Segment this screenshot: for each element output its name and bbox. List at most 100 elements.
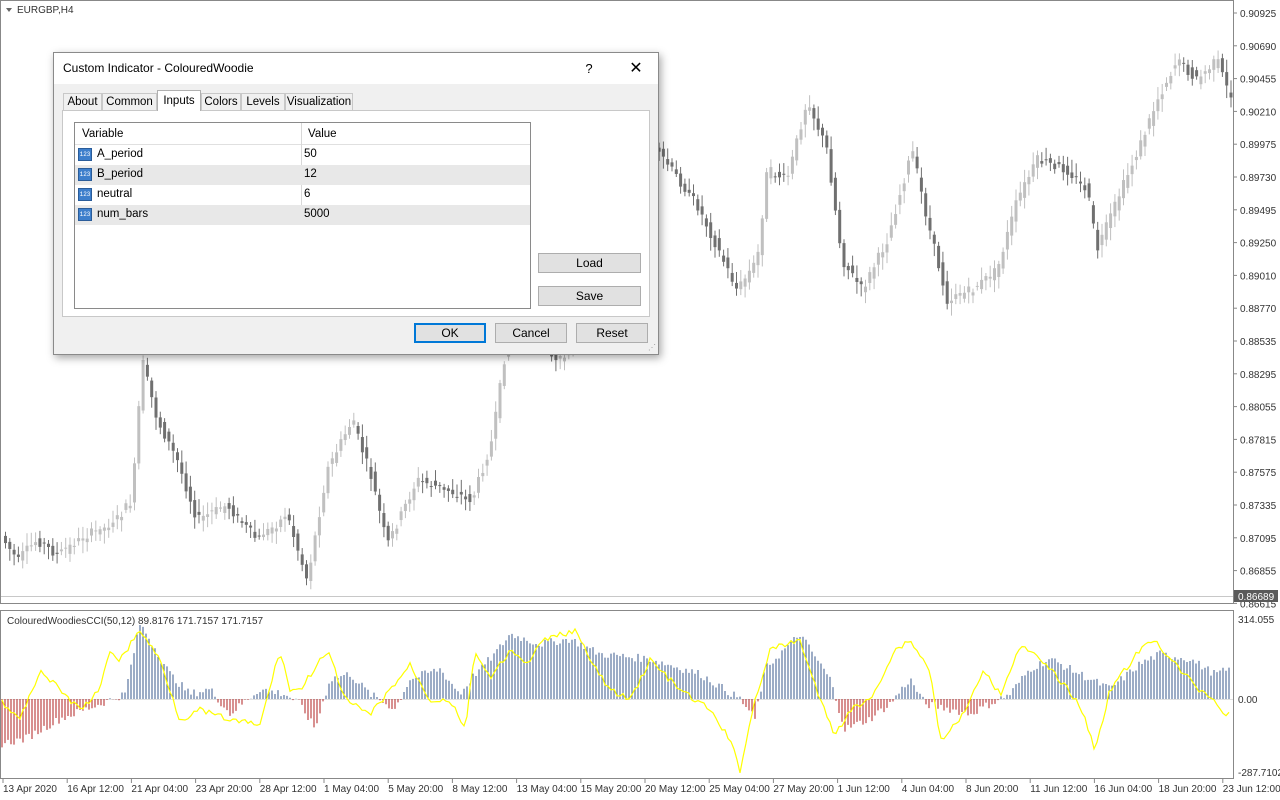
candle-body [51, 545, 55, 556]
candle-body [171, 442, 175, 451]
param-value[interactable]: 50 [304, 148, 317, 160]
candle-body [438, 485, 442, 487]
time-label: 23 Jun 12:00 [1223, 784, 1280, 795]
candle-body [1220, 58, 1224, 73]
price-label: 0.88770 [1240, 304, 1277, 315]
candle-body [434, 480, 437, 486]
candle-body [902, 183, 906, 192]
price-label: 0.89250 [1240, 239, 1277, 250]
candle-body [1203, 71, 1207, 74]
candle-body [855, 277, 859, 282]
candle-body [1173, 65, 1177, 69]
candle-body [188, 486, 192, 502]
candle-body [150, 380, 154, 398]
candle-body [451, 489, 455, 495]
candle-body [945, 281, 949, 304]
candle-body [1212, 59, 1216, 70]
table-row[interactable]: 123 num_bars 5000 [75, 205, 530, 225]
inputs-panel: Variable Value 123 A_period 50 123 B_per… [62, 110, 650, 317]
time-label: 27 May 20:00 [773, 784, 834, 795]
integer-param-icon: 123 [78, 208, 92, 221]
candle-body [274, 528, 278, 532]
dialog-titlebar[interactable]: Custom Indicator - ColouredWoodie ? ✕ [54, 53, 658, 84]
tab-visualization[interactable]: Visualization [285, 93, 353, 110]
load-button[interactable]: Load [538, 253, 641, 273]
table-row[interactable]: 123 B_period 12 [75, 165, 530, 185]
tab-common[interactable]: Common [102, 93, 157, 110]
resize-grip-icon[interactable]: ⋰ [648, 344, 656, 352]
candle-body [313, 535, 317, 562]
tab-levels[interactable]: Levels [241, 93, 285, 110]
candle-body [1113, 201, 1117, 217]
candle-body [1057, 162, 1061, 165]
candle-body [816, 118, 820, 130]
candle-body [442, 487, 446, 490]
candle-body [360, 437, 364, 453]
candle-body [395, 528, 399, 534]
param-value[interactable]: 6 [304, 188, 310, 200]
candle-body [975, 285, 979, 287]
help-button[interactable]: ? [574, 53, 604, 84]
candle-body [154, 397, 158, 418]
candle-body [90, 528, 93, 536]
candle-body [700, 206, 704, 215]
candle-body [1117, 196, 1121, 211]
reset-button[interactable]: Reset [576, 323, 648, 343]
candle-body [1066, 165, 1070, 175]
candle-body [416, 477, 420, 487]
candle-body [1182, 62, 1186, 64]
integer-param-icon: 123 [78, 168, 92, 181]
candle-body [352, 420, 356, 425]
table-row[interactable]: 123 A_period 50 [75, 145, 530, 165]
candle-body [399, 511, 403, 521]
candle-body [481, 472, 485, 477]
time-label: 13 Apr 2020 [3, 784, 57, 795]
candle-body [391, 531, 394, 539]
candle-body [1070, 172, 1074, 178]
price-label: 0.89495 [1240, 206, 1277, 217]
candle-body [932, 234, 936, 244]
candle-body [502, 364, 506, 386]
candle-body [296, 533, 300, 551]
price-label: 0.89975 [1240, 140, 1277, 151]
candle-body [287, 514, 291, 521]
candle-body [971, 292, 975, 296]
candle-body [558, 355, 562, 359]
candle-body [300, 554, 304, 565]
ok-button[interactable]: OK [414, 323, 486, 343]
candle-body [868, 272, 872, 283]
candle-body [55, 552, 59, 554]
price-label: 0.88535 [1240, 337, 1277, 348]
candle-body [661, 148, 665, 157]
candle-body [167, 431, 171, 442]
dialog-title: Custom Indicator - ColouredWoodie [63, 61, 254, 75]
price-label: 0.87095 [1240, 534, 1277, 545]
candle-body [305, 564, 308, 579]
candle-body [412, 488, 416, 501]
save-button[interactable]: Save [538, 286, 641, 306]
tab-inputs[interactable]: Inputs [157, 90, 201, 111]
candle-body [919, 177, 923, 192]
param-value[interactable]: 5000 [304, 208, 330, 220]
tab-colors[interactable]: Colors [201, 93, 241, 110]
time-label: 23 Apr 20:00 [196, 784, 253, 795]
candle-body [846, 266, 850, 271]
candle-body [941, 262, 945, 286]
candle-body [309, 562, 313, 581]
close-icon[interactable]: ✕ [616, 53, 656, 84]
param-value[interactable]: 12 [304, 168, 317, 180]
candle-body [838, 209, 842, 244]
cancel-button[interactable]: Cancel [495, 323, 567, 343]
time-label: 8 Jun 20:00 [966, 784, 1019, 795]
candle-body [253, 531, 257, 538]
candle-body [829, 149, 833, 183]
candle-body [98, 529, 102, 535]
candle-body [317, 517, 321, 536]
table-row[interactable]: 123 neutral 6 [75, 185, 530, 205]
candle-body [348, 427, 351, 435]
tab-about[interactable]: About [63, 93, 102, 110]
candle-body [477, 477, 480, 493]
candle-body [907, 160, 910, 175]
column-header-value: Value [308, 128, 337, 140]
candle-body [81, 538, 85, 541]
